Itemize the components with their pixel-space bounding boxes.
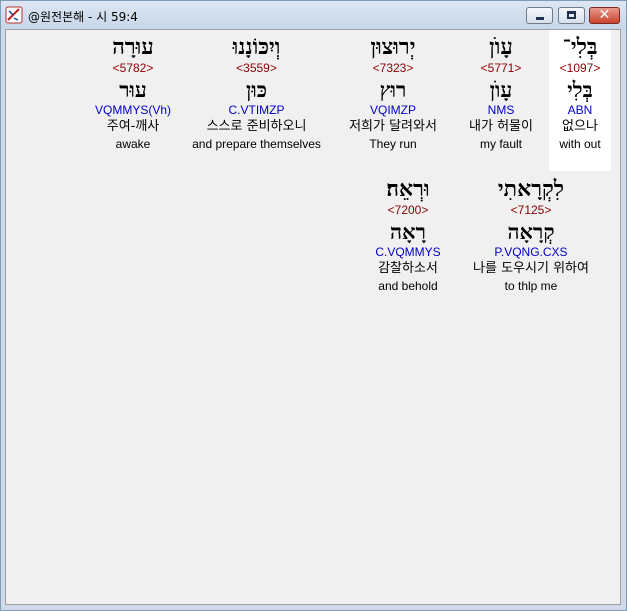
maximize-icon [567, 11, 576, 19]
main-window: @원전본해 - 시 59:4 ✕ בְּלִי־ <1097> בְּלִי A… [0, 0, 627, 611]
word-cell[interactable]: עוּרָה <5782> עוּר VQMMYS(Vh) 주여-깨사 awak… [78, 30, 188, 152]
english-gloss: and behold [378, 279, 438, 293]
korean-gloss: 없으나 [562, 119, 598, 134]
hebrew-word: לִקְרָאתִי [497, 176, 565, 202]
window-bottom-border [1, 605, 626, 610]
english-gloss: They run [369, 137, 417, 151]
strong-number[interactable]: <7125> [456, 202, 606, 218]
strong-number[interactable]: <7323> [333, 60, 453, 76]
english-gloss: to thlp me [504, 279, 558, 293]
korean-gloss: 주여-깨사 [106, 119, 160, 134]
strong-number[interactable]: <5782> [78, 60, 188, 76]
english-gloss: awake [115, 137, 151, 151]
root-word: עָוֺן [489, 77, 513, 102]
interlinear-panel: בְּלִי־ <1097> בְּלִי ABN 없으나 with out ע… [5, 29, 621, 605]
root-word: רָאָה [390, 219, 426, 244]
hebrew-word: יְרוּצוּן [370, 34, 416, 60]
root-word: כּוּן [246, 77, 267, 102]
parse-code: VQIMZP [369, 103, 416, 117]
parse-code: ABN [567, 103, 593, 117]
korean-gloss: 저희가 달려와서 [349, 119, 437, 134]
word-cell[interactable]: וְיִכּוֹנָנוּ <3559> כּוּן C.VTIMZP 스스로 … [184, 30, 329, 152]
minimize-button[interactable] [526, 7, 553, 24]
root-word: רוּץ [379, 77, 407, 102]
strong-number[interactable]: <5771> [446, 60, 556, 76]
parse-code: C.VTIMZP [228, 103, 285, 117]
root-word: קְרָאָה [507, 219, 555, 244]
hebrew-word: וּרְאֵה׃ [386, 176, 430, 202]
root-word: בְּלִי [567, 77, 593, 102]
english-gloss: with out [559, 137, 601, 151]
english-gloss: my fault [479, 137, 522, 151]
word-cell[interactable]: לִקְרָאתִי <7125> קְרָאָה P.VQNG.CXS 나를 … [456, 172, 606, 294]
close-icon: ✕ [598, 7, 611, 23]
parse-code: NMS [487, 103, 515, 117]
hebrew-word: עָוֺן [489, 34, 513, 60]
korean-gloss: 나를 도우시기 위하여 [473, 261, 589, 276]
word-cell[interactable]: וּרְאֵה׃ <7200> רָאָה C.VQMMYS 감찰하소서 and… [356, 172, 460, 294]
strong-number[interactable]: <3559> [184, 60, 329, 76]
app-icon[interactable] [5, 6, 23, 24]
hebrew-word: עוּרָה [112, 34, 154, 60]
word-cell[interactable]: יְרוּצוּן <7323> רוּץ VQIMZP 저희가 달려와서 Th… [333, 30, 453, 152]
close-button[interactable]: ✕ [589, 7, 620, 24]
hebrew-word: בְּלִי־ [562, 34, 598, 60]
korean-gloss: 내가 허물이 [469, 119, 533, 134]
strong-number[interactable]: <7200> [356, 202, 460, 218]
strong-number[interactable]: <1097> [549, 60, 611, 76]
parse-code: P.VQNG.CXS [494, 245, 568, 259]
title-bar[interactable]: @원전본해 - 시 59:4 ✕ [1, 1, 626, 29]
word-cell[interactable]: עָוֺן <5771> עָוֺן NMS 내가 허물이 my fault [446, 30, 556, 152]
minimize-icon [536, 17, 544, 20]
hebrew-word: וְיִכּוֹנָנוּ [232, 34, 281, 60]
word-cell[interactable]: בְּלִי־ <1097> בְּלִי ABN 없으나 with out [549, 30, 611, 171]
parse-code: VQMMYS(Vh) [94, 103, 171, 117]
maximize-button[interactable] [558, 7, 585, 24]
english-gloss: and prepare themselves [192, 137, 321, 151]
korean-gloss: 스스로 준비하오니 [206, 119, 307, 134]
root-word: עוּר [119, 77, 147, 102]
parse-code: C.VQMMYS [375, 245, 441, 259]
window-title: @원전본해 - 시 59:4 [28, 10, 138, 24]
korean-gloss: 감찰하소서 [378, 261, 438, 276]
